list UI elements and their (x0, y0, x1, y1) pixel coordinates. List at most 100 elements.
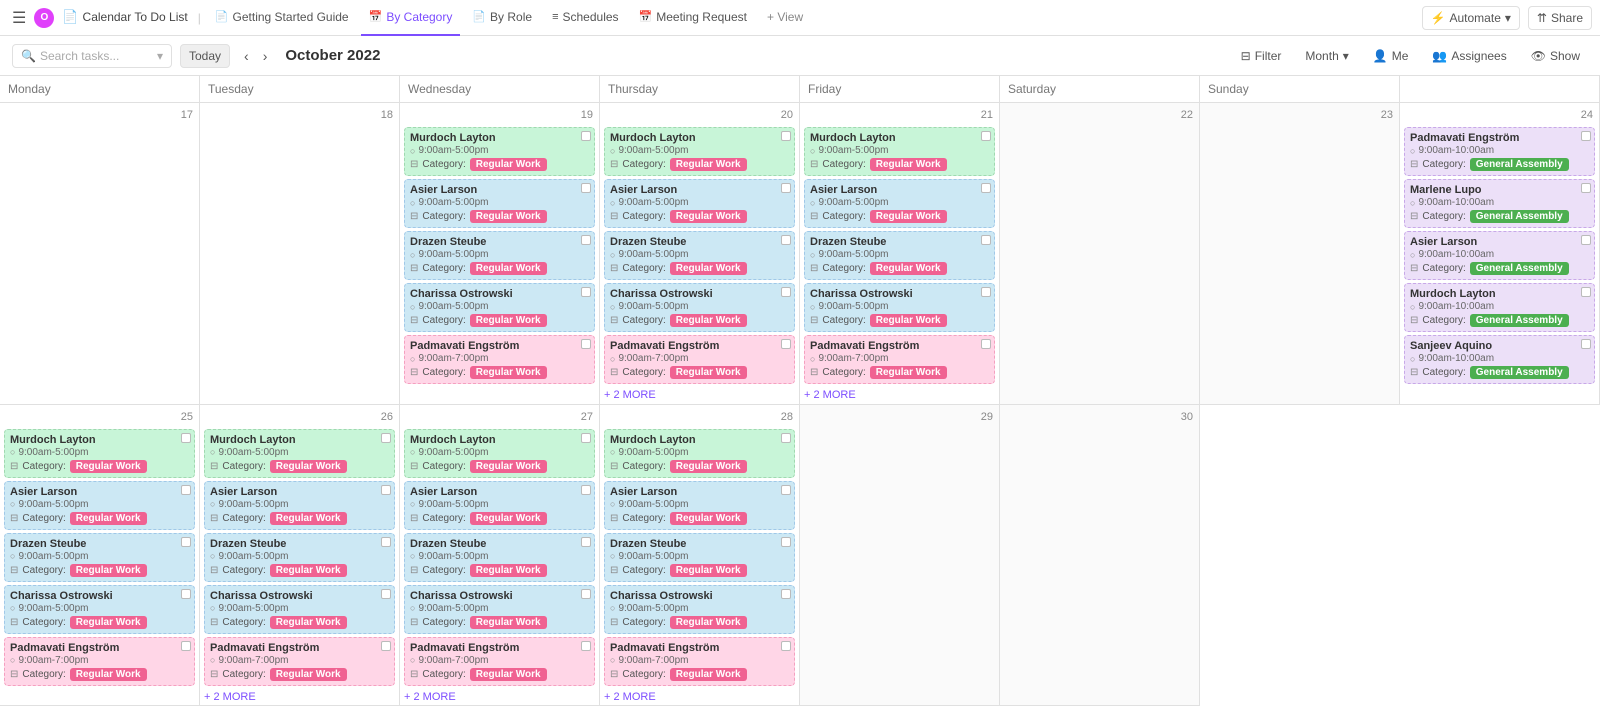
event-corner[interactable] (581, 641, 591, 651)
event-corner[interactable] (981, 183, 991, 193)
event-card[interactable]: Asier Larson 9:00am-10:00am Category: Ge… (1404, 231, 1595, 280)
event-card[interactable]: Murdoch Layton 9:00am-5:00pm Category: R… (404, 127, 595, 176)
event-card[interactable]: Charissa Ostrowski 9:00am-5:00pm Categor… (404, 585, 595, 634)
event-corner[interactable] (381, 641, 391, 651)
event-card[interactable]: Asier Larson 9:00am-5:00pm Category: Reg… (604, 179, 795, 228)
event-card[interactable]: Padmavati Engström 9:00am-7:00pm Categor… (604, 637, 795, 686)
event-corner[interactable] (581, 433, 591, 443)
event-card[interactable]: Drazen Steube 9:00am-5:00pm Category: Re… (4, 533, 195, 582)
automate-button[interactable]: ⚡ Automate ▾ (1422, 6, 1520, 30)
event-card[interactable]: Murdoch Layton 9:00am-5:00pm Category: R… (204, 429, 395, 478)
event-card[interactable]: Murdoch Layton 9:00am-5:00pm Category: R… (604, 127, 795, 176)
event-corner[interactable] (581, 131, 591, 141)
event-card[interactable]: Padmavati Engström 9:00am-7:00pm Categor… (204, 637, 395, 686)
tab-getting-started[interactable]: 📄 Getting Started Guide (207, 0, 357, 36)
event-corner[interactable] (381, 433, 391, 443)
event-card[interactable]: Charissa Ostrowski 9:00am-5:00pm Categor… (4, 585, 195, 634)
search-box[interactable]: 🔍 Search tasks... ▾ (12, 44, 172, 68)
event-corner[interactable] (181, 485, 191, 495)
event-card[interactable]: Drazen Steube 9:00am-5:00pm Category: Re… (404, 533, 595, 582)
event-card[interactable]: Asier Larson 9:00am-5:00pm Category: Reg… (4, 481, 195, 530)
event-corner[interactable] (781, 641, 791, 651)
event-corner[interactable] (581, 537, 591, 547)
prev-arrow[interactable]: ‹ (238, 44, 255, 68)
event-card[interactable]: Charissa Ostrowski 9:00am-5:00pm Categor… (204, 585, 395, 634)
tab-schedules[interactable]: ≡ Schedules (544, 0, 626, 36)
event-card[interactable]: Padmavati Engström 9:00am-7:00pm Categor… (604, 335, 795, 384)
event-corner[interactable] (781, 131, 791, 141)
event-card[interactable]: Asier Larson 9:00am-5:00pm Category: Reg… (404, 481, 595, 530)
more-link[interactable]: + 2 MORE (604, 689, 795, 705)
tab-by-role[interactable]: 📄 By Role (464, 0, 540, 36)
tab-meeting-request[interactable]: 📅 Meeting Request (631, 0, 755, 36)
month-button[interactable]: Month ▾ (1297, 45, 1356, 67)
event-card[interactable]: Padmavati Engström 9:00am-7:00pm Categor… (804, 335, 995, 384)
event-card[interactable]: Drazen Steube 9:00am-5:00pm Category: Re… (404, 231, 595, 280)
event-corner[interactable] (981, 131, 991, 141)
event-card[interactable]: Padmavati Engström 9:00am-7:00pm Categor… (404, 335, 595, 384)
event-card[interactable]: Drazen Steube 9:00am-5:00pm Category: Re… (804, 231, 995, 280)
more-link[interactable]: + 2 MORE (404, 689, 595, 705)
event-card[interactable]: Marlene Lupo 9:00am-10:00am Category: Ge… (1404, 179, 1595, 228)
event-corner[interactable] (781, 183, 791, 193)
show-button[interactable]: 👁 Show (1523, 45, 1588, 67)
event-corner[interactable] (581, 183, 591, 193)
event-corner[interactable] (581, 485, 591, 495)
event-card[interactable]: Drazen Steube 9:00am-5:00pm Category: Re… (204, 533, 395, 582)
event-card[interactable]: Asier Larson 9:00am-5:00pm Category: Reg… (804, 179, 995, 228)
event-card[interactable]: Murdoch Layton 9:00am-5:00pm Category: R… (4, 429, 195, 478)
tab-add-view[interactable]: + View (759, 0, 811, 36)
event-corner[interactable] (181, 433, 191, 443)
more-link[interactable]: + 2 MORE (604, 387, 795, 403)
event-card[interactable]: Drazen Steube 9:00am-5:00pm Category: Re… (604, 533, 795, 582)
event-corner[interactable] (381, 589, 391, 599)
event-corner[interactable] (181, 641, 191, 651)
event-card[interactable]: Charissa Ostrowski 9:00am-5:00pm Categor… (604, 585, 795, 634)
event-corner[interactable] (981, 287, 991, 297)
more-link[interactable]: + 2 MORE (204, 689, 395, 705)
event-card[interactable]: Charissa Ostrowski 9:00am-5:00pm Categor… (604, 283, 795, 332)
event-corner[interactable] (781, 235, 791, 245)
menu-icon[interactable]: ☰ (8, 4, 30, 32)
event-corner[interactable] (1581, 339, 1591, 349)
event-card[interactable]: Charissa Ostrowski 9:00am-5:00pm Categor… (804, 283, 995, 332)
event-corner[interactable] (381, 485, 391, 495)
filter-button[interactable]: ⊟ Filter (1233, 45, 1290, 67)
event-corner[interactable] (581, 235, 591, 245)
event-corner[interactable] (381, 537, 391, 547)
event-card[interactable]: Murdoch Layton 9:00am-5:00pm Category: R… (804, 127, 995, 176)
event-corner[interactable] (181, 589, 191, 599)
event-corner[interactable] (781, 537, 791, 547)
event-card[interactable]: Asier Larson 9:00am-5:00pm Category: Reg… (204, 481, 395, 530)
event-corner[interactable] (781, 339, 791, 349)
event-corner[interactable] (981, 339, 991, 349)
event-card[interactable]: Padmavati Engström 9:00am-7:00pm Categor… (4, 637, 195, 686)
event-card[interactable]: Murdoch Layton 9:00am-5:00pm Category: R… (604, 429, 795, 478)
event-card[interactable]: Sanjeev Aquino 9:00am-10:00am Category: … (1404, 335, 1595, 384)
event-corner[interactable] (181, 537, 191, 547)
event-corner[interactable] (781, 287, 791, 297)
next-arrow[interactable]: › (257, 44, 274, 68)
event-corner[interactable] (781, 485, 791, 495)
event-card[interactable]: Asier Larson 9:00am-5:00pm Category: Reg… (404, 179, 595, 228)
event-card[interactable]: Asier Larson 9:00am-5:00pm Category: Reg… (604, 481, 795, 530)
event-corner[interactable] (781, 433, 791, 443)
tab-by-category[interactable]: 📅 By Category (361, 0, 461, 36)
me-button[interactable]: 👤 Me (1365, 45, 1417, 67)
share-button[interactable]: ⇈ Share (1528, 6, 1592, 30)
event-corner[interactable] (581, 339, 591, 349)
event-card[interactable]: Padmavati Engström 9:00am-7:00pm Categor… (404, 637, 595, 686)
event-corner[interactable] (781, 589, 791, 599)
event-corner[interactable] (1581, 287, 1591, 297)
event-corner[interactable] (581, 287, 591, 297)
event-card[interactable]: Charissa Ostrowski 9:00am-5:00pm Categor… (404, 283, 595, 332)
event-card[interactable]: Drazen Steube 9:00am-5:00pm Category: Re… (604, 231, 795, 280)
today-button[interactable]: Today (180, 44, 230, 68)
event-corner[interactable] (981, 235, 991, 245)
more-link[interactable]: + 2 MORE (804, 387, 995, 403)
event-corner[interactable] (1581, 131, 1591, 141)
event-card[interactable]: Padmavati Engström 9:00am-10:00am Catego… (1404, 127, 1595, 176)
event-corner[interactable] (1581, 235, 1591, 245)
event-corner[interactable] (1581, 183, 1591, 193)
event-card[interactable]: Murdoch Layton 9:00am-10:00am Category: … (1404, 283, 1595, 332)
